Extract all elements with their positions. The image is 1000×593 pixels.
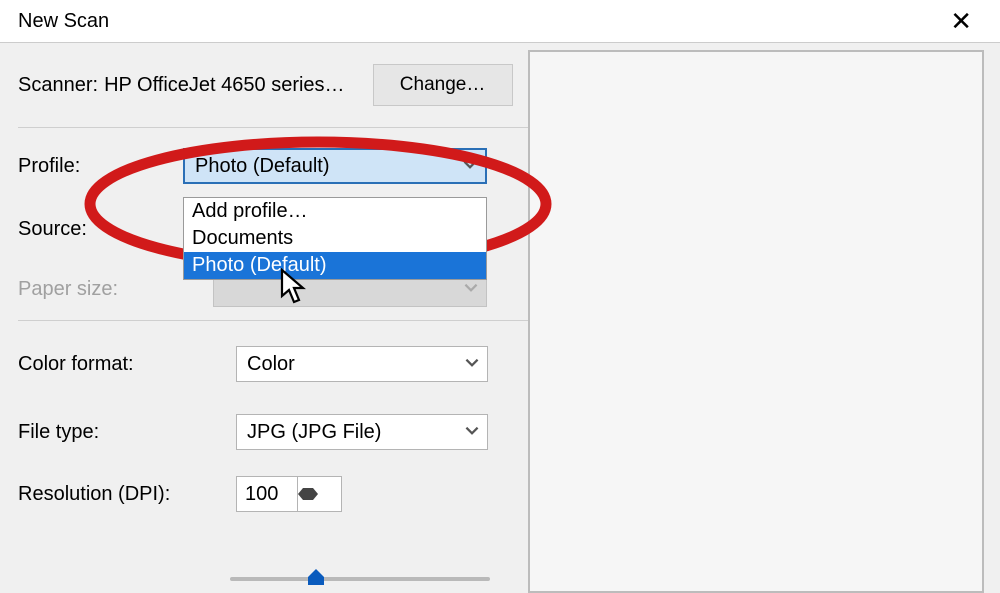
chevron-down-icon: [464, 278, 478, 301]
profile-option-photo[interactable]: Photo (Default): [184, 252, 486, 279]
slider-track: [230, 577, 490, 581]
profile-option-documents[interactable]: Documents: [184, 225, 486, 252]
scanner-label: Scanner:: [18, 74, 98, 97]
spinner-up-button[interactable]: [298, 477, 318, 494]
scanner-device: HP OfficeJet 4650 series…: [104, 74, 345, 97]
resolution-input[interactable]: [237, 477, 297, 511]
file-type-label: File type:: [18, 421, 236, 444]
resolution-label: Resolution (DPI):: [18, 483, 236, 506]
triangle-up-icon: [298, 477, 318, 494]
color-format-value: Color: [247, 353, 295, 376]
file-type-value: JPG (JPG File): [247, 421, 381, 444]
change-scanner-button[interactable]: Change…: [373, 64, 513, 106]
profile-dropdown-menu[interactable]: Add profile… Documents Photo (Default): [183, 197, 487, 280]
profile-label: Profile:: [18, 155, 183, 178]
chevron-down-icon: [463, 155, 477, 178]
brightness-slider[interactable]: [230, 577, 490, 581]
chevron-down-icon: [465, 421, 479, 444]
profile-dropdown-value: Photo (Default): [195, 155, 330, 178]
slider-thumb-icon[interactable]: [306, 569, 326, 589]
color-format-dropdown[interactable]: Color: [236, 346, 488, 382]
triangle-down-icon: [298, 494, 318, 511]
resolution-spinner[interactable]: [236, 476, 342, 512]
profile-option-add[interactable]: Add profile…: [184, 198, 486, 225]
close-button[interactable]: ✕: [940, 2, 982, 41]
spinner-down-button[interactable]: [298, 494, 318, 511]
color-format-label: Color format:: [18, 353, 236, 376]
profile-dropdown[interactable]: Photo (Default): [183, 148, 487, 184]
chevron-down-icon: [465, 353, 479, 376]
file-type-dropdown[interactable]: JPG (JPG File): [236, 414, 488, 450]
source-label: Source:: [18, 218, 183, 241]
scan-preview-pane: [528, 50, 984, 593]
paper-size-label: Paper size:: [18, 278, 213, 301]
titlebar: New Scan ✕: [0, 0, 1000, 43]
window-title: New Scan: [18, 10, 109, 33]
